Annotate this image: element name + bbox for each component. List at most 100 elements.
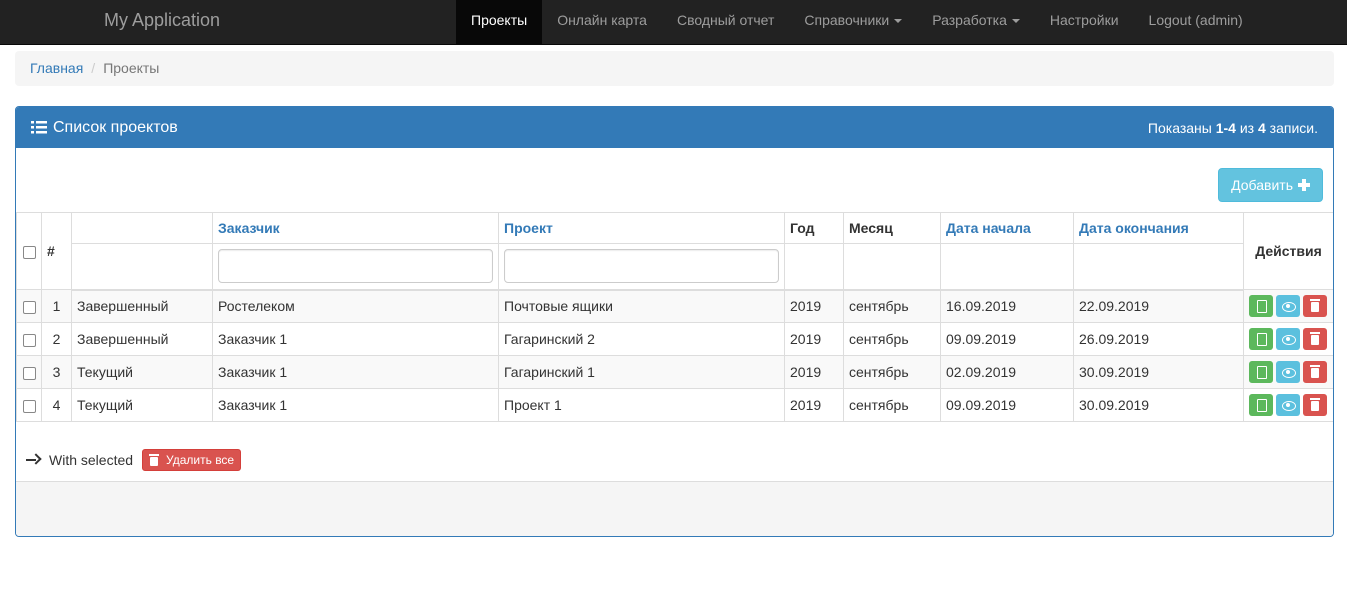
- delete-all-label: Удалить все: [166, 453, 235, 467]
- caret-down-icon: [894, 19, 903, 24]
- add-button[interactable]: Добавить: [1218, 168, 1323, 202]
- cell-month: сентябрь: [843, 322, 941, 356]
- filter-cell-status: [71, 243, 213, 291]
- table-row: 1 Завершенный Ростелеком Почтовые ящики …: [16, 289, 1333, 323]
- arrow-right-icon: [26, 454, 40, 466]
- delete-all-button[interactable]: Удалить все: [142, 449, 242, 471]
- list-icon: [31, 120, 47, 135]
- cell-actions: [1243, 355, 1333, 389]
- eye-icon[interactable]: [1276, 394, 1300, 416]
- app-brand[interactable]: My Application: [104, 0, 220, 45]
- cell-status: Завершенный: [71, 322, 213, 356]
- clipboard-icon[interactable]: [1249, 361, 1273, 383]
- filter-cell-project: [498, 243, 785, 291]
- row-checkbox[interactable]: [22, 366, 36, 380]
- cell-status: Завершенный: [71, 289, 213, 323]
- breadcrumb-home-link[interactable]: Главная: [30, 60, 83, 76]
- trash-icon[interactable]: [1303, 394, 1327, 416]
- column-header-customer[interactable]: Заказчик: [212, 212, 499, 244]
- nav-item-online-map[interactable]: Онлайн карта: [542, 0, 662, 45]
- summary-suffix: записи.: [1269, 119, 1318, 136]
- projects-panel: Список проектов Показаны 1-4 из 4 записи…: [15, 106, 1334, 537]
- row-checkbox[interactable]: [22, 333, 36, 347]
- cell-num: 3: [41, 355, 72, 389]
- records-summary: Показаны 1-4 из 4 записи.: [1148, 120, 1318, 136]
- clipboard-icon[interactable]: [1249, 295, 1273, 317]
- nav-label: Справочники: [804, 12, 890, 28]
- row-select-cell: [16, 322, 42, 356]
- top-navbar: My Application Проекты Онлайн карта Свод…: [0, 0, 1347, 45]
- trash-icon[interactable]: [1303, 295, 1327, 317]
- filter-cell-customer: [212, 243, 499, 291]
- customer-filter-input[interactable]: [218, 249, 493, 284]
- nav-item-logout[interactable]: Logout (admin): [1134, 0, 1258, 45]
- plus-icon: [1298, 179, 1310, 191]
- nav-label: Logout (admin): [1148, 12, 1243, 28]
- nav-item-directories[interactable]: Справочники: [789, 0, 917, 45]
- cell-start-date: 09.09.2019: [940, 388, 1074, 422]
- project-filter-input[interactable]: [504, 249, 779, 284]
- summary-mid: из: [1239, 119, 1255, 136]
- nav-item-development[interactable]: Разработка: [917, 0, 1035, 45]
- table-row: 2 Завершенный Заказчик 1 Гагаринский 2 2…: [16, 322, 1333, 356]
- cell-project: Проект 1: [498, 388, 785, 422]
- projects-table: # Заказчик Проект Год Месяц Дата начала …: [16, 212, 1333, 422]
- cell-num: 2: [41, 322, 72, 356]
- breadcrumb-separator: /: [91, 60, 96, 76]
- with-selected-label: With selected: [49, 452, 134, 468]
- column-header-actions: Действия: [1243, 212, 1333, 290]
- summary-prefix: Показаны: [1147, 119, 1212, 136]
- panel-toolbar: Добавить: [1218, 168, 1323, 202]
- cell-month: сентябрь: [843, 289, 941, 323]
- trash-icon[interactable]: [1303, 361, 1327, 383]
- eye-icon[interactable]: [1276, 361, 1300, 383]
- clipboard-icon[interactable]: [1249, 394, 1273, 416]
- cell-project: Почтовые ящики: [498, 289, 785, 323]
- table-row: 3 Текущий Заказчик 1 Гагаринский 1 2019 …: [16, 355, 1333, 389]
- cell-customer: Заказчик 1: [212, 355, 499, 389]
- filter-cell-end: [1073, 243, 1244, 291]
- nav-label: Проекты: [471, 12, 528, 28]
- nav-label: Разработка: [932, 12, 1007, 28]
- panel-footer: [16, 481, 1333, 536]
- cell-status: Текущий: [71, 355, 213, 389]
- breadcrumb: Главная / Проекты: [15, 51, 1334, 86]
- select-all-checkbox[interactable]: [22, 245, 36, 259]
- trash-icon[interactable]: [1303, 328, 1327, 350]
- eye-icon[interactable]: [1276, 328, 1300, 350]
- filter-cell-start: [940, 243, 1074, 291]
- column-header-month: Месяц: [843, 212, 941, 244]
- nav-item-summary-report[interactable]: Сводный отчет: [662, 0, 789, 45]
- column-header-project[interactable]: Проект: [498, 212, 785, 244]
- cell-year: 2019: [784, 322, 844, 356]
- cell-customer: Ростелеком: [212, 289, 499, 323]
- nav-item-projects[interactable]: Проекты: [456, 0, 543, 45]
- summary-total: 4: [1257, 119, 1266, 136]
- cell-project: Гагаринский 1: [498, 355, 785, 389]
- row-select-cell: [16, 388, 42, 422]
- cell-actions: [1243, 322, 1333, 356]
- bulk-actions: With selected Удалить все: [26, 449, 242, 471]
- column-header-end-date[interactable]: Дата окончания: [1073, 212, 1244, 244]
- cell-actions: [1243, 388, 1333, 422]
- filter-cell-year: [784, 243, 844, 291]
- table-row: 4 Текущий Заказчик 1 Проект 1 2019 сентя…: [16, 388, 1333, 422]
- row-checkbox[interactable]: [22, 399, 36, 413]
- cell-start-date: 16.09.2019: [940, 289, 1074, 323]
- clipboard-icon[interactable]: [1249, 328, 1273, 350]
- cell-year: 2019: [784, 355, 844, 389]
- nav-label: Онлайн карта: [557, 12, 647, 28]
- cell-end-date: 22.09.2019: [1073, 289, 1244, 323]
- row-checkbox[interactable]: [22, 300, 36, 314]
- cell-year: 2019: [784, 289, 844, 323]
- column-header-start-date[interactable]: Дата начала: [940, 212, 1074, 244]
- cell-month: сентябрь: [843, 388, 941, 422]
- cell-start-date: 02.09.2019: [940, 355, 1074, 389]
- eye-icon[interactable]: [1276, 295, 1300, 317]
- nav-label: Настройки: [1049, 12, 1119, 28]
- caret-down-icon: [1011, 19, 1020, 24]
- panel-title: Список проектов: [31, 119, 178, 137]
- row-select-cell: [16, 355, 42, 389]
- column-header-status: [71, 212, 213, 244]
- nav-item-settings[interactable]: Настройки: [1035, 0, 1134, 45]
